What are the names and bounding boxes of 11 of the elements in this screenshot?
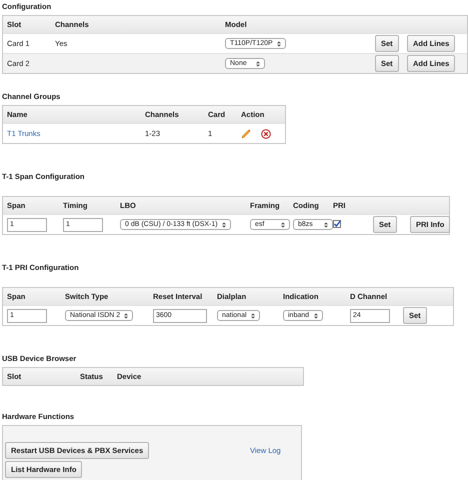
pencil-icon[interactable]	[241, 128, 251, 138]
select-arrow-icon	[222, 222, 226, 228]
select-arrow-icon	[314, 312, 318, 318]
select-arrow-icon	[256, 60, 260, 66]
select-arrow-icon	[281, 222, 285, 228]
select-arrow-icon	[250, 312, 255, 318]
select-arrow-icon	[276, 40, 281, 46]
select-arrow-icon	[324, 222, 328, 228]
delete-icon[interactable]	[261, 128, 271, 138]
checkbox[interactable]	[333, 220, 341, 228]
select-arrow-icon	[124, 312, 128, 318]
